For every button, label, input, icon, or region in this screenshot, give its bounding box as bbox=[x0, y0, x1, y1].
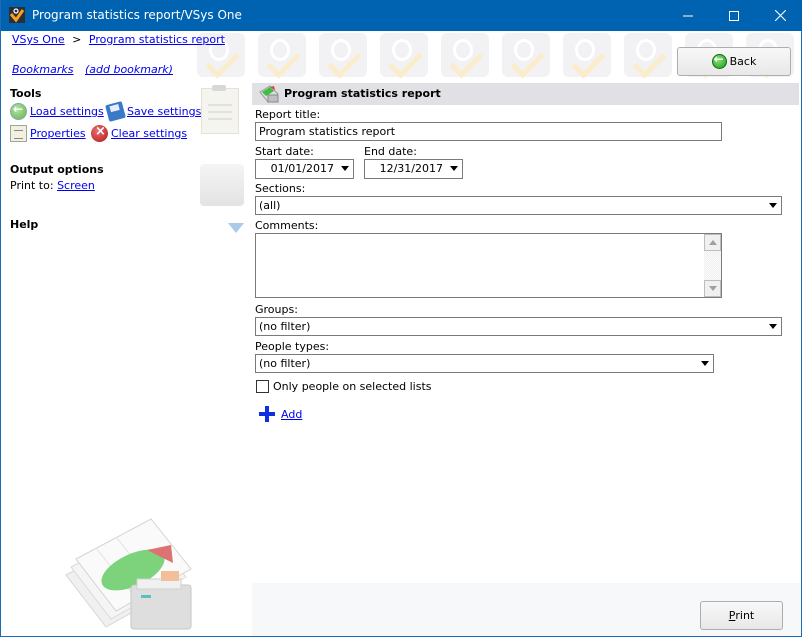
chevron-down-icon[interactable] bbox=[765, 198, 780, 213]
add-row[interactable]: Add bbox=[259, 406, 302, 422]
scroll-down-icon[interactable] bbox=[704, 280, 721, 297]
watermark-logo-icon bbox=[502, 33, 550, 77]
properties-label[interactable]: Properties bbox=[30, 127, 86, 140]
sections-select[interactable]: (all) bbox=[255, 196, 782, 215]
tools-clipboard-icon bbox=[201, 85, 239, 134]
back-arrow-icon bbox=[711, 52, 727, 69]
properties-icon bbox=[10, 125, 27, 142]
back-button[interactable]: Back bbox=[677, 47, 791, 76]
only-selected-lists-label[interactable]: Only people on selected lists bbox=[273, 380, 432, 393]
bookmarks-link[interactable]: Bookmarks bbox=[12, 63, 73, 76]
footer-bar: Print bbox=[252, 583, 801, 636]
start-date-picker[interactable]: 01/01/2017 bbox=[255, 159, 354, 179]
load-settings-icon bbox=[10, 102, 27, 120]
end-date-label: End date: bbox=[364, 145, 417, 158]
watermark-logo-icon bbox=[380, 33, 428, 77]
groups-label: Groups: bbox=[255, 303, 298, 316]
minimize-icon bbox=[683, 15, 693, 16]
output-options-heading: Output options bbox=[10, 163, 104, 176]
breadcrumb: VSys One > Program statistics report bbox=[12, 33, 225, 46]
groups-value: (no filter) bbox=[259, 320, 311, 333]
print-to-screen-link[interactable]: Screen bbox=[57, 179, 95, 192]
comments-scrollbar[interactable] bbox=[704, 234, 721, 297]
form-title: Program statistics report bbox=[284, 87, 441, 100]
print-button-label: rint bbox=[735, 609, 755, 622]
only-selected-lists-checkbox[interactable] bbox=[256, 380, 269, 393]
print-to-row: Print to: Screen bbox=[10, 179, 95, 192]
people-types-label: People types: bbox=[255, 340, 330, 353]
bookmarks-bar: Bookmarks (add bookmark) bbox=[12, 63, 181, 76]
output-printer-icon bbox=[200, 164, 244, 206]
chevron-down-icon[interactable] bbox=[446, 161, 461, 176]
comments-textarea[interactable] bbox=[255, 233, 722, 298]
main-panel: Program statistics report Report title: … bbox=[252, 80, 801, 636]
help-heading: Help bbox=[10, 218, 39, 231]
add-bookmark-link[interactable]: (add bookmark) bbox=[85, 63, 173, 76]
start-date-label: Start date: bbox=[255, 145, 314, 158]
report-title-input[interactable]: Program statistics report bbox=[255, 122, 722, 141]
save-settings-link[interactable]: Save settings bbox=[105, 101, 201, 122]
load-settings-link[interactable]: Load settings bbox=[10, 102, 104, 120]
end-date-picker[interactable]: 12/31/2017 bbox=[364, 159, 463, 179]
form-header: Program statistics report bbox=[252, 83, 799, 105]
tools-heading: Tools bbox=[10, 87, 42, 100]
help-expand-icon[interactable] bbox=[228, 223, 244, 233]
breadcrumb-link-current[interactable]: Program statistics report bbox=[89, 33, 225, 46]
watermark-logo-icon bbox=[624, 33, 672, 77]
people-types-select[interactable]: (no filter) bbox=[255, 354, 714, 373]
back-button-label: Back bbox=[729, 55, 757, 68]
app-logo-icon bbox=[9, 7, 25, 23]
clear-settings-icon bbox=[91, 124, 108, 142]
print-button[interactable]: Print bbox=[700, 601, 783, 630]
comments-label: Comments: bbox=[255, 219, 319, 232]
watermark-logo-icon bbox=[258, 33, 306, 77]
close-button[interactable] bbox=[757, 0, 802, 31]
clear-settings-label[interactable]: Clear settings bbox=[111, 127, 187, 140]
end-date-value: 12/31/2017 bbox=[379, 162, 443, 175]
watermark-logo-icon bbox=[563, 33, 611, 77]
report-icon bbox=[259, 85, 279, 103]
app-window: Program statistics report/VSys One VSys … bbox=[0, 0, 802, 637]
load-settings-label[interactable]: Load settings bbox=[30, 105, 104, 118]
scroll-up-icon[interactable] bbox=[704, 234, 721, 251]
watermark-logo-icon bbox=[319, 33, 367, 77]
breadcrumb-link-home[interactable]: VSys One bbox=[12, 33, 65, 46]
start-date-value: 01/01/2017 bbox=[270, 162, 334, 175]
print-to-label: Print to: bbox=[10, 179, 54, 192]
watermark-logo-icon bbox=[441, 33, 489, 77]
plus-icon[interactable] bbox=[259, 406, 275, 422]
maximize-button[interactable] bbox=[711, 0, 757, 31]
chevron-down-icon[interactable] bbox=[765, 319, 780, 334]
properties-link[interactable]: Properties bbox=[10, 125, 86, 142]
window-title: Program statistics report/VSys One bbox=[32, 8, 242, 22]
chevron-down-icon[interactable] bbox=[697, 356, 712, 371]
report-printer-illustration-icon bbox=[65, 518, 192, 630]
maximize-icon bbox=[729, 10, 739, 21]
clear-settings-link[interactable]: Clear settings bbox=[91, 124, 187, 142]
title-bar: Program statistics report/VSys One bbox=[1, 0, 802, 31]
save-settings-label[interactable]: Save settings bbox=[127, 105, 201, 118]
close-icon bbox=[774, 10, 786, 21]
only-selected-lists-row[interactable]: Only people on selected lists bbox=[256, 380, 432, 393]
chevron-down-icon[interactable] bbox=[337, 161, 352, 176]
groups-select[interactable]: (no filter) bbox=[255, 317, 782, 336]
sections-value: (all) bbox=[259, 199, 281, 212]
add-link[interactable]: Add bbox=[281, 408, 302, 421]
print-accelerator: P bbox=[728, 609, 736, 622]
people-types-value: (no filter) bbox=[259, 357, 311, 370]
minimize-button[interactable] bbox=[665, 0, 711, 31]
save-settings-icon bbox=[105, 101, 126, 122]
sections-label: Sections: bbox=[255, 182, 306, 195]
report-title-label: Report title: bbox=[255, 108, 321, 121]
breadcrumb-separator: > bbox=[72, 33, 82, 46]
